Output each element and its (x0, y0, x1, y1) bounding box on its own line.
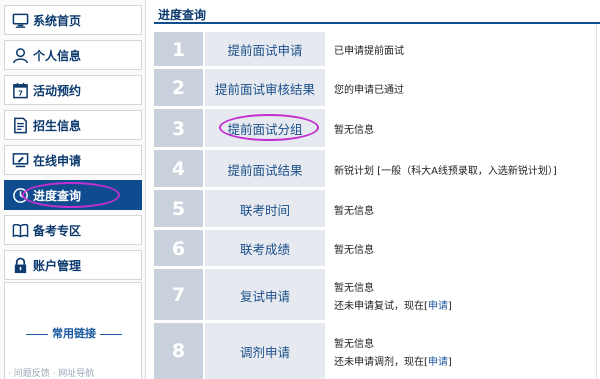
step-status: 已申请提前面试 (334, 32, 404, 67)
sidebar-item-label: 在线申请 (33, 153, 82, 168)
status-text: 已申请提前面试 (334, 46, 404, 57)
status-action-text: 还未申请复试，现在[申请] (334, 297, 452, 312)
status-action-prefix: 还未申请复试，现在[ (334, 300, 428, 312)
status-text: 暂无信息 (334, 205, 374, 217)
row-divider (154, 147, 325, 148)
monitor-icon (12, 13, 29, 28)
document-icon (14, 117, 27, 134)
sidebar-item-label: 备考专区 (33, 223, 82, 238)
step-number: 8 (154, 323, 204, 379)
status-text: 新锐计划 [一般（科大A线预录取，入选新锐计划）] (334, 165, 557, 177)
title-divider (154, 22, 600, 24)
status-action-suffix: ] (447, 356, 452, 368)
sidebar-item-label: 活动预约 (33, 83, 82, 98)
step-status: 新锐计划 [一般（科大A线预录取，入选新锐计划）] (334, 150, 557, 188)
progress-row: 6 联考成绩 暂无信息 (154, 230, 600, 267)
person-icon (13, 48, 28, 64)
links-block: 常用链接 (4, 282, 142, 379)
highlight-oval (219, 114, 319, 141)
book-icon (12, 223, 29, 238)
progress-row: 8 调剂申请 暂无信息 还未申请调剂，现在[申请] (154, 323, 600, 379)
step-number: 6 (154, 230, 204, 267)
calendar-icon: 7 (13, 82, 28, 99)
step-name: 调剂申请 (205, 323, 325, 379)
row-divider (154, 320, 325, 321)
apply-adjustment-link[interactable]: 申请 (428, 357, 448, 368)
step-status: 暂无信息 (334, 230, 374, 267)
row-divider (154, 66, 325, 67)
step-status: 您的申请已通过 (334, 69, 404, 107)
step-name: 联考成绩 (205, 230, 325, 267)
progress-row: 5 联考时间 暂无信息 (154, 190, 600, 228)
links-title: 常用链接 (5, 325, 143, 341)
sidebar: 系统首页 个人信息 7 活动预约 招生信息 在线申请 进度查询 备考专区 账户管… (0, 0, 146, 379)
sidebar-item-label: 账户管理 (33, 258, 82, 273)
svg-text:7: 7 (18, 90, 23, 98)
links-list[interactable]: · 问题反馈 · 网址导航 (8, 366, 94, 379)
step-number: 3 (154, 109, 204, 148)
lock-icon (14, 257, 27, 274)
status-action-suffix: ] (447, 300, 452, 312)
sidebar-item-label: 系统首页 (33, 13, 82, 28)
sidebar-item-apply[interactable]: 在线申请 (4, 145, 142, 175)
step-number: 4 (154, 150, 204, 188)
step-name: 提前面试结果 (205, 150, 325, 188)
row-divider (154, 266, 325, 267)
row-divider (154, 187, 325, 188)
progress-row: 1 提前面试申请 已申请提前面试 (154, 32, 600, 67)
sidebar-item-profile[interactable]: 个人信息 (4, 40, 142, 70)
step-number: 1 (154, 32, 204, 67)
step-name: 提前面试审核结果 (205, 69, 325, 107)
status-text: 暂无信息 (334, 282, 374, 294)
sidebar-item-account[interactable]: 账户管理 (4, 250, 142, 280)
step-name: 联考时间 (205, 190, 325, 228)
sidebar-item-label: 个人信息 (33, 48, 82, 63)
step-status: 暂无信息 还未申请调剂，现在[申请] (334, 323, 452, 379)
progress-row: 2 提前面试审核结果 您的申请已通过 (154, 69, 600, 107)
sidebar-item-admission[interactable]: 招生信息 (4, 110, 142, 140)
sidebar-item-label: 招生信息 (33, 118, 82, 133)
row-divider (154, 227, 325, 228)
step-status: 暂无信息 (334, 190, 374, 228)
progress-row: 7 复试申请 暂无信息 还未申请复试，现在[申请] (154, 269, 600, 321)
sidebar-item-home[interactable]: 系统首页 (4, 5, 142, 35)
status-text: 您的申请已通过 (334, 84, 404, 96)
status-text: 暂无信息 (334, 245, 374, 256)
step-number: 7 (154, 269, 204, 321)
step-status: 暂无信息 还未申请复试，现在[申请] (334, 269, 452, 321)
apply-retest-link[interactable]: 申请 (428, 301, 448, 312)
progress-row: 4 提前面试结果 新锐计划 [一般（科大A线预录取，入选新锐计划）] (154, 150, 600, 188)
row-divider (154, 106, 325, 107)
sidebar-item-prep[interactable]: 备考专区 (4, 215, 142, 245)
step-status: 暂无信息 (334, 109, 374, 148)
step-number: 5 (154, 190, 204, 228)
status-action-prefix: 还未申请调剂，现在[ (334, 356, 428, 368)
step-name: 提前面试申请 (205, 32, 325, 67)
step-number: 2 (154, 69, 204, 107)
screen-pen-icon (12, 153, 29, 168)
sidebar-item-booking[interactable]: 7 活动预约 (4, 75, 142, 105)
status-action-text: 还未申请调剂，现在[申请] (334, 353, 452, 368)
status-text: 暂无信息 (334, 125, 374, 136)
page-title: 进度查询 (158, 8, 207, 22)
status-text: 暂无信息 (334, 338, 374, 350)
highlight-oval (22, 182, 120, 208)
step-name: 复试申请 (205, 269, 325, 321)
